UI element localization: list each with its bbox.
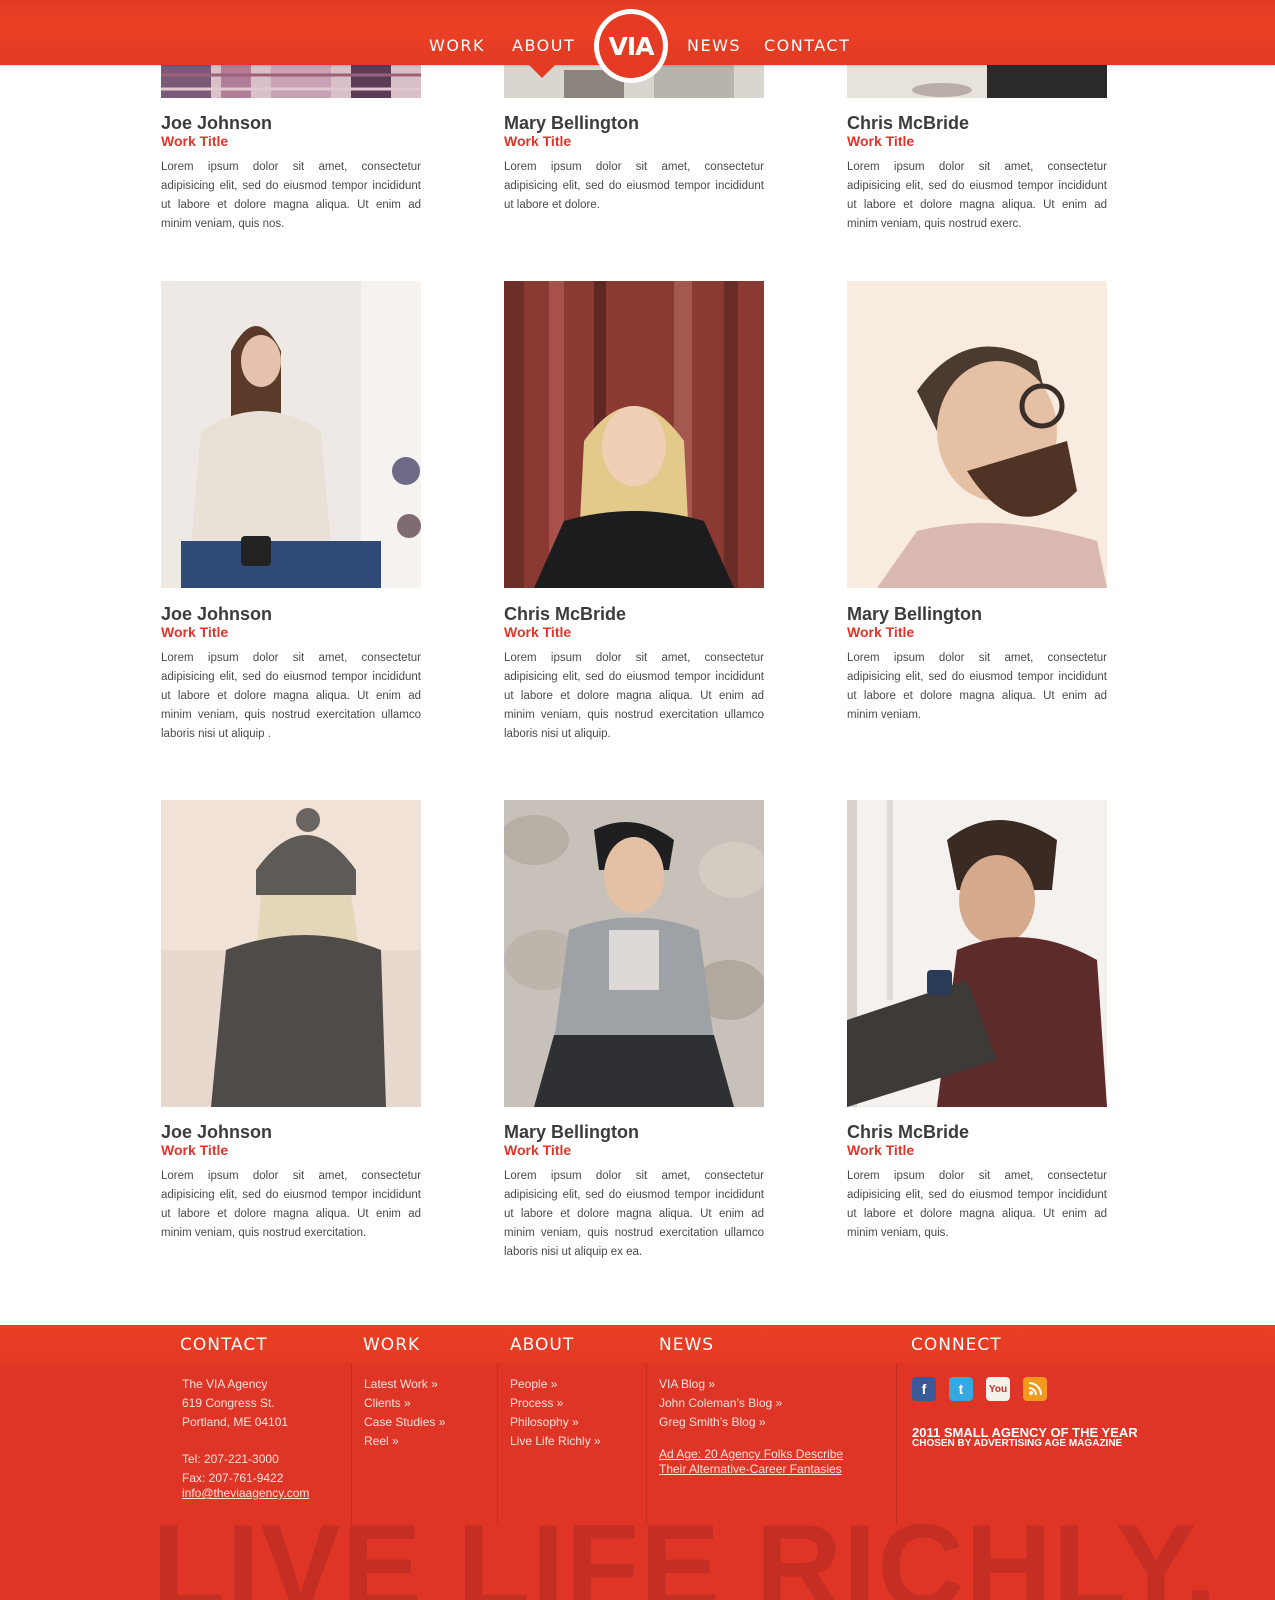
youtube-icon[interactable]: You — [986, 1377, 1010, 1401]
profile-work-title: Work Title — [161, 1142, 229, 1158]
profile-bio: Lorem ipsum dolor sit amet, consectetur … — [504, 652, 764, 740]
profile-work-title: Work Title — [161, 624, 229, 640]
award-subtitle: CHOSEN BY ADVERTISING AGE MAGAZINE — [912, 1438, 1123, 1449]
footer-news-heading: NEWS — [659, 1335, 715, 1355]
footer-link-via-blog[interactable]: VIA Blog » — [659, 1377, 715, 1391]
profile-photo[interactable] — [504, 800, 764, 1107]
contact-fax: Fax: 207-761-9422 — [182, 1471, 284, 1485]
profile-bio: Lorem ipsum dolor sit amet, consectetur … — [847, 161, 1107, 230]
active-nav-indicator — [528, 64, 556, 78]
profile-name: Mary Bellington — [504, 113, 640, 133]
profile-bio: Lorem ipsum dolor sit amet, consectetur … — [161, 161, 421, 230]
profile-name: Chris McBride — [847, 113, 970, 133]
twitter-icon[interactable]: t — [949, 1377, 973, 1401]
footer-link-live-life-richly[interactable]: Live Life Richly » — [510, 1434, 601, 1448]
profile-photo[interactable] — [504, 281, 764, 588]
profile-photo[interactable] — [847, 800, 1107, 1107]
profile-work-title: Work Title — [161, 133, 229, 149]
profile-name: Joe Johnson — [161, 604, 273, 624]
contact-agency: The VIA Agency — [182, 1377, 268, 1391]
nav-about[interactable]: ABOUT — [512, 36, 575, 55]
profile-photo[interactable] — [847, 281, 1107, 588]
contact-city: Portland, ME 04101 — [182, 1415, 289, 1429]
footer-about-heading: ABOUT — [510, 1335, 575, 1355]
footer-divider — [646, 1363, 647, 1525]
footer-link-clients[interactable]: Clients » — [364, 1396, 411, 1410]
profile-name: Mary Bellington — [847, 604, 983, 624]
profile-bio: Lorem ipsum dolor sit amet, consectetur … — [847, 652, 1107, 721]
profile-bio: Lorem ipsum dolor sit amet, consectetur … — [504, 161, 764, 211]
profile-bio: Lorem ipsum dolor sit amet, consectetur … — [504, 1170, 764, 1258]
via-logo[interactable]: VIA — [594, 9, 668, 83]
footer-divider — [896, 1363, 897, 1525]
profile-photo[interactable] — [161, 800, 421, 1107]
profile-work-title: Work Title — [504, 133, 572, 149]
profile-work-title: Work Title — [504, 624, 572, 640]
nav-news[interactable]: NEWS — [687, 36, 741, 55]
profile-bio: Lorem ipsum dolor sit amet, consectetur … — [161, 1170, 421, 1239]
footer-divider — [351, 1363, 352, 1525]
footer-link-people[interactable]: People » — [510, 1377, 557, 1391]
contact-street: 619 Congress St. — [182, 1396, 275, 1410]
facebook-icon[interactable]: f — [912, 1377, 936, 1401]
site-footer: LIVE LIFE RICHLY. CONTACT WORK ABOUT NEW… — [0, 1325, 1275, 1600]
profile-name: Chris McBride — [847, 1122, 970, 1142]
rss-icon[interactable] — [1023, 1377, 1047, 1401]
contact-email-link[interactable]: info@theviaagency.com — [182, 1486, 309, 1500]
profile-name: Joe Johnson — [161, 113, 273, 133]
footer-link-greg-smith-blog[interactable]: Greg Smith’s Blog » — [659, 1415, 766, 1429]
footer-link-reel[interactable]: Reel » — [364, 1434, 399, 1448]
footer-connect-heading: CONNECT — [911, 1335, 1002, 1355]
profile-photo[interactable] — [161, 281, 421, 588]
footer-article-link[interactable]: Ad Age: 20 Agency Folks Describe — [659, 1447, 843, 1461]
profile-work-title: Work Title — [847, 1142, 915, 1158]
footer-link-latest-work[interactable]: Latest Work » — [364, 1377, 438, 1391]
footer-link-john-coleman-blog[interactable]: John Coleman’s Blog » — [659, 1396, 782, 1410]
footer-article-link-line2[interactable]: Their Alternative-Career Fantasies — [659, 1462, 842, 1476]
profile-name: Chris McBride — [504, 604, 627, 624]
profile-name: Mary Bellington — [504, 1122, 640, 1142]
footer-link-case-studies[interactable]: Case Studies » — [364, 1415, 445, 1429]
footer-divider — [497, 1363, 498, 1525]
contact-tel: Tel: 207-221-3000 — [182, 1452, 279, 1466]
footer-contact-heading: CONTACT — [180, 1335, 268, 1355]
footer-watermark: LIVE LIFE RICHLY. — [152, 1500, 1219, 1600]
profile-bio: Lorem ipsum dolor sit amet, consectetur … — [161, 652, 421, 740]
nav-work[interactable]: WORK — [429, 36, 485, 55]
footer-link-process[interactable]: Process » — [510, 1396, 563, 1410]
profile-bio: Lorem ipsum dolor sit amet, consectetur … — [847, 1170, 1107, 1239]
profile-name: Joe Johnson — [161, 1122, 273, 1142]
profile-photo[interactable] — [847, 65, 1107, 98]
nav-contact[interactable]: CONTACT — [764, 36, 850, 55]
footer-work-heading: WORK — [363, 1335, 421, 1355]
profile-work-title: Work Title — [504, 1142, 572, 1158]
profile-work-title: Work Title — [847, 133, 915, 149]
profile-work-title: Work Title — [847, 624, 915, 640]
via-logo-text: VIA — [599, 14, 663, 78]
footer-link-philosophy[interactable]: Philosophy » — [510, 1415, 579, 1429]
profile-photo[interactable] — [161, 65, 421, 98]
